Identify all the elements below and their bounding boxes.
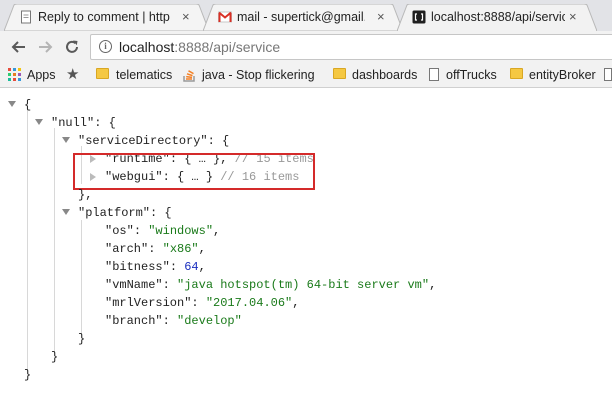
tab-title: localhost:8888/api/servic xyxy=(431,10,565,24)
tab-reply-to-comment[interactable]: Reply to comment | http × xyxy=(4,4,209,31)
json-key: "vmName" xyxy=(105,278,163,292)
bookmark-label: entityBroker xyxy=(529,68,596,82)
apps-grid-icon xyxy=(8,68,21,81)
tab-gmail[interactable]: mail - supertick@gmail.c × xyxy=(203,4,403,31)
bookmark-label: java - Stop flickering xyxy=(202,68,315,82)
bookmark-java-stop-flickering[interactable]: java - Stop flickering xyxy=(183,67,320,83)
json-line-service-directory-close: }, xyxy=(78,188,93,202)
json-key: "platform" xyxy=(78,206,151,220)
page-icon xyxy=(604,68,612,81)
json-string-value: "windows" xyxy=(148,224,214,238)
page-icon xyxy=(429,68,439,81)
forward-icon[interactable] xyxy=(36,38,54,56)
close-icon[interactable]: × xyxy=(182,10,190,24)
reload-icon[interactable] xyxy=(63,38,81,56)
collapse-toggle-icon[interactable] xyxy=(62,209,70,215)
bookmark-dashboards[interactable]: dashboards xyxy=(333,67,418,83)
json-key: "mrlVersion" xyxy=(105,296,192,310)
back-icon[interactable] xyxy=(10,38,28,56)
star-icon: ★ xyxy=(66,66,80,83)
json-line-arch: "arch": "x86", xyxy=(105,242,206,256)
bookmark-overflow[interactable] xyxy=(604,67,612,83)
json-string-value: "x86" xyxy=(162,242,199,256)
json-string-value: "develop" xyxy=(177,314,242,328)
bookmarks-bar: Apps ★ telematics java - Stop flickering… xyxy=(0,63,612,88)
collapse-toggle-icon[interactable] xyxy=(62,137,70,143)
json-line-platform-close: } xyxy=(78,332,86,346)
tab-title: Reply to comment | http xyxy=(38,10,170,24)
json-number-value: 64 xyxy=(184,260,199,274)
folder-icon xyxy=(96,68,109,79)
gmail-icon xyxy=(218,11,232,23)
json-key: "serviceDirectory" xyxy=(78,134,208,148)
browser-toolbar: i localhost:8888/api/service xyxy=(0,31,612,63)
close-icon[interactable]: × xyxy=(569,10,577,24)
json-viewer-icon xyxy=(412,10,426,24)
tab-title: mail - supertick@gmail.c xyxy=(237,10,365,24)
url-text[interactable]: localhost:8888/api/service xyxy=(119,39,280,55)
bookmark-label: Apps xyxy=(27,68,56,82)
json-string-value: "java hotspot(tm) 64-bit server vm" xyxy=(177,278,430,292)
indent-guide xyxy=(81,220,82,338)
indent-guide xyxy=(54,128,55,356)
close-icon[interactable]: × xyxy=(377,10,385,24)
json-string-value: "2017.04.06" xyxy=(205,296,293,310)
json-viewer: { "null": { "serviceDirectory": { "runti… xyxy=(0,88,612,409)
json-line-os: "os": "windows", xyxy=(105,224,221,238)
folder-icon xyxy=(510,68,523,79)
json-line-service-directory: "serviceDirectory": { xyxy=(78,134,230,148)
bookmark-entitybroker[interactable]: entityBroker xyxy=(510,67,600,83)
json-line-root-close: } xyxy=(24,368,32,382)
json-line-root-open: { xyxy=(24,98,32,112)
json-key: "os" xyxy=(105,224,134,238)
json-key: "bitness" xyxy=(105,260,170,274)
document-icon xyxy=(21,10,31,24)
json-line-branch: "branch": "develop" xyxy=(105,314,242,328)
json-key: "branch" xyxy=(105,314,163,328)
bookmark-label: telematics xyxy=(116,68,173,82)
collapse-toggle-icon[interactable] xyxy=(8,101,16,107)
stackoverflow-icon xyxy=(183,70,195,82)
bookmark-label: dashboards xyxy=(352,68,418,82)
json-line-vmname: "vmName": "java hotspot(tm) 64-bit serve… xyxy=(105,278,437,292)
info-icon[interactable]: i xyxy=(99,40,112,53)
json-line-null: "null": { xyxy=(51,116,116,130)
bookmark-star[interactable]: ★ xyxy=(66,66,82,83)
json-line-null-close: } xyxy=(51,350,59,364)
folder-icon xyxy=(333,68,346,79)
tab-strip: Reply to comment | http × mail - superti… xyxy=(0,0,612,31)
bookmark-telematics[interactable]: telematics xyxy=(96,67,176,83)
bookmark-apps[interactable]: Apps xyxy=(8,67,58,83)
indent-guide xyxy=(27,110,28,374)
highlight-box xyxy=(73,153,315,190)
json-key: "arch" xyxy=(105,242,149,256)
bookmark-label: offTrucks xyxy=(446,68,497,82)
url-path: :8888/api/service xyxy=(174,39,281,55)
bookmark-offtrucks[interactable]: offTrucks xyxy=(429,67,499,83)
address-bar[interactable]: i localhost:8888/api/service xyxy=(90,34,612,60)
url-host: localhost xyxy=(119,39,175,55)
json-line-bitness: "bitness": 64, xyxy=(105,260,206,274)
json-line-mrl-version: "mrlVersion": "2017.04.06", xyxy=(105,296,300,310)
tab-localhost-active[interactable]: localhost:8888/api/servic × xyxy=(397,4,597,31)
collapse-toggle-icon[interactable] xyxy=(35,119,43,125)
json-key: "null" xyxy=(51,116,95,130)
json-line-platform: "platform": { xyxy=(78,206,172,220)
